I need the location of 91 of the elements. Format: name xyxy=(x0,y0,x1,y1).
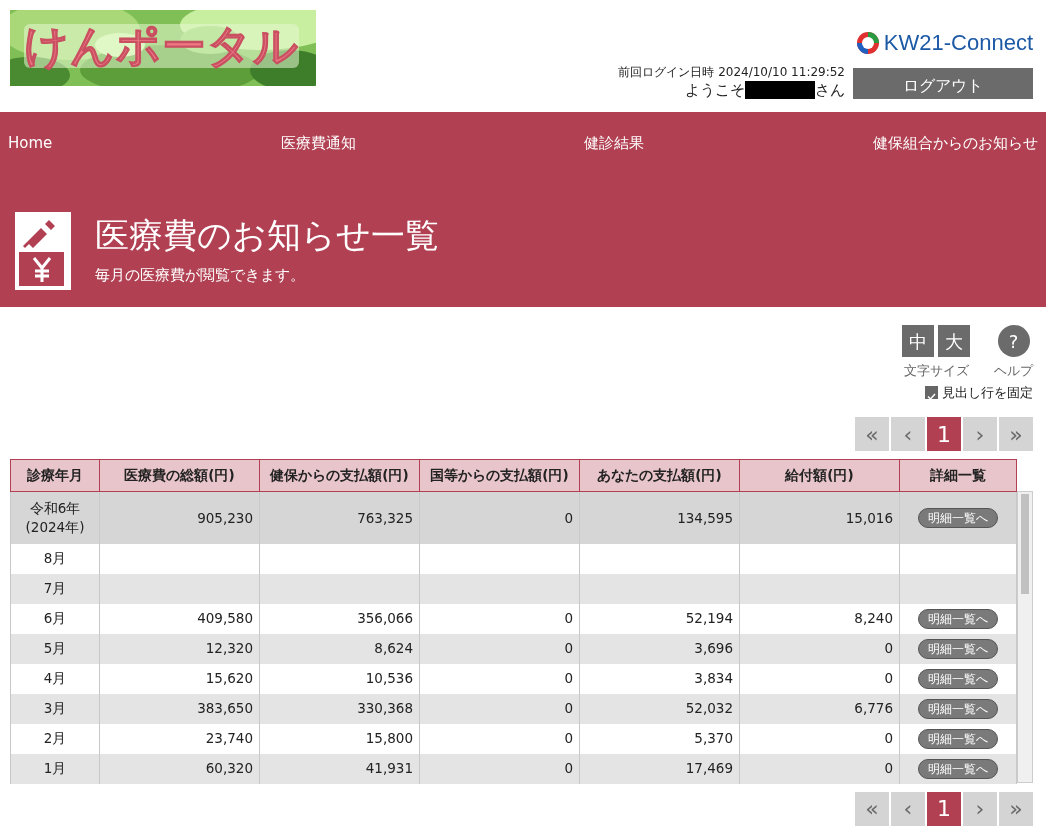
detail-button[interactable]: 明細一覧へ xyxy=(918,609,998,629)
table-cell: 0 xyxy=(419,633,580,664)
table-cell: 10,536 xyxy=(259,663,420,694)
table-cell: 409,580 xyxy=(99,603,260,634)
nav-link[interactable]: Home xyxy=(8,131,53,155)
column-header: 詳細一覧 xyxy=(899,459,1017,492)
table-cell: 0 xyxy=(419,693,580,724)
page-button[interactable]: 1 xyxy=(927,417,961,451)
table-cell: 8月 xyxy=(10,543,100,574)
table-cell: 15,016 xyxy=(739,491,900,544)
table-cell: 6,776 xyxy=(739,693,900,724)
table-cell: 3月 xyxy=(10,693,100,724)
welcome-text: ようこそ xyxy=(685,82,745,98)
page-button[interactable]: › xyxy=(963,791,997,826)
page-subtitle: 毎月の医療費が閲覧できます。 xyxy=(95,265,306,287)
table-cell: 5月 xyxy=(10,633,100,664)
table-cell: 0 xyxy=(739,753,900,784)
last-login-text: 前回ログイン日時 2024/10/10 11:29:52 xyxy=(618,64,845,81)
table-cell: 17,469 xyxy=(579,753,740,784)
table-cell: 0 xyxy=(419,753,580,784)
page-button[interactable]: 1 xyxy=(927,791,961,826)
page-title: 医療費のお知らせ一覧 xyxy=(95,215,439,257)
nav-link[interactable]: 健診結果 xyxy=(584,131,645,155)
checkbox[interactable] xyxy=(925,385,938,399)
table-cell: 15,620 xyxy=(99,663,260,694)
nav-link[interactable]: 医療費通知 xyxy=(280,131,356,155)
table-cell: 905,230 xyxy=(99,491,260,544)
table-cell: 0 xyxy=(419,491,580,544)
help-button[interactable]: ? xyxy=(997,325,1030,357)
column-header: あなたの支払額(円) xyxy=(579,459,740,492)
table-cell: 5,370 xyxy=(579,723,740,754)
welcome-suffix: さん xyxy=(815,82,845,98)
table-cell: 4月 xyxy=(10,663,100,694)
table-cell: 383,650 xyxy=(99,693,260,724)
page-button[interactable]: « xyxy=(855,791,889,826)
table-cell: 52,032 xyxy=(579,693,740,724)
table-cell: 23,740 xyxy=(99,723,260,754)
table-cell: 6月 xyxy=(10,603,100,634)
logo-text: けんポータル xyxy=(24,24,299,68)
detail-button[interactable]: 明細一覧へ xyxy=(918,508,998,529)
table-cell: 0 xyxy=(739,723,900,754)
logout-button[interactable]: ログアウト xyxy=(853,68,1033,99)
table-cell: 763,325 xyxy=(259,491,420,544)
detail-button[interactable]: 明細一覧へ xyxy=(918,699,998,719)
column-header: 給付額(円) xyxy=(739,459,900,492)
font-size-button[interactable]: 中 xyxy=(902,325,934,357)
table-cell: 134,595 xyxy=(579,491,740,544)
table-cell: 60,320 xyxy=(99,753,260,784)
table-cell: 52,194 xyxy=(579,603,740,634)
table-cell: 41,931 xyxy=(259,753,420,784)
syringe-yen-icon xyxy=(15,212,71,290)
page-button[interactable]: ‹ xyxy=(891,791,925,826)
page-button[interactable]: ‹ xyxy=(891,417,925,451)
table-cell: 330,368 xyxy=(259,693,420,724)
table-cell: 0 xyxy=(419,663,580,694)
page-button[interactable]: › xyxy=(963,417,997,451)
table-cell: 2月 xyxy=(10,723,100,754)
nav-link[interactable]: 健保組合からのお知らせ xyxy=(873,131,1038,155)
detail-button[interactable]: 明細一覧へ xyxy=(918,669,998,689)
column-header: 国等からの支払額(円) xyxy=(419,459,580,492)
redaction-bar xyxy=(745,81,815,99)
detail-button[interactable]: 明細一覧へ xyxy=(918,639,998,659)
table-cell: 0 xyxy=(739,663,900,694)
help-label: ヘルプ xyxy=(994,362,1033,380)
table-cell: 356,066 xyxy=(259,603,420,634)
table-cell: 7月 xyxy=(10,573,100,604)
table-cell: 3,834 xyxy=(579,663,740,694)
font-size-button[interactable]: 大 xyxy=(938,325,970,357)
page-button[interactable]: « xyxy=(855,417,889,451)
table-cell: 0 xyxy=(419,603,580,634)
table-cell: 1月 xyxy=(10,753,100,784)
detail-button[interactable]: 明細一覧へ xyxy=(918,729,998,749)
column-header: 診療年月 xyxy=(10,459,100,492)
table-cell: 8,624 xyxy=(259,633,420,664)
column-header: 健保からの支払額(円) xyxy=(259,459,420,492)
checkbox-label: 見出し行を固定 xyxy=(942,383,1033,402)
font-size-label: 文字サイズ xyxy=(903,362,969,380)
table-cell: 12,320 xyxy=(99,633,260,664)
table-cell: 3,696 xyxy=(579,633,740,664)
detail-button[interactable]: 明細一覧へ xyxy=(918,759,998,779)
page-button[interactable]: » xyxy=(999,791,1033,826)
table-cell: 0 xyxy=(739,633,900,664)
brand-name: KW21-Connect xyxy=(883,29,1033,57)
page-button[interactable]: » xyxy=(999,417,1033,451)
table-cell: 15,800 xyxy=(259,723,420,754)
table-cell: 令和6年 (2024年) xyxy=(10,491,100,544)
table-cell: 0 xyxy=(419,723,580,754)
scrollbar[interactable] xyxy=(1017,491,1033,783)
table-cell: 8,240 xyxy=(739,603,900,634)
column-header: 医療費の総額(円) xyxy=(99,459,260,492)
brand-logo-icon xyxy=(855,30,880,55)
